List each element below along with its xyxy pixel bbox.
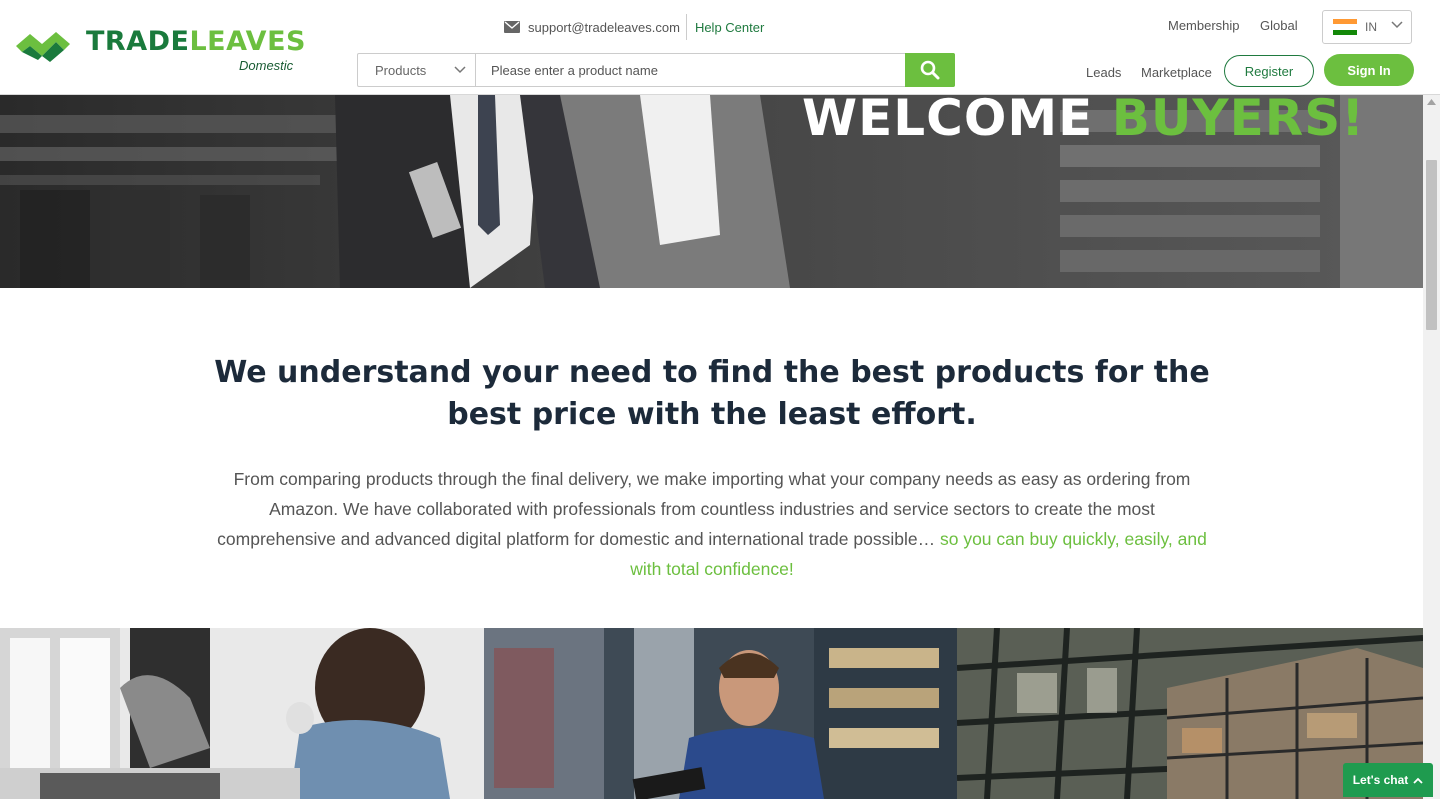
sign-in-button[interactable]: Sign In xyxy=(1324,54,1414,86)
leaf-logo-icon xyxy=(16,32,70,62)
india-flag-icon xyxy=(1333,19,1357,35)
register-button[interactable]: Register xyxy=(1224,55,1314,87)
mail-icon xyxy=(504,21,520,33)
nav-leads[interactable]: Leads xyxy=(1086,65,1121,80)
nav-marketplace[interactable]: Marketplace xyxy=(1141,65,1212,80)
scrollbar-thumb[interactable] xyxy=(1426,160,1437,330)
search-category-label: Products xyxy=(375,62,427,78)
support-email-link[interactable]: support@tradeleaves.com xyxy=(528,20,680,35)
contact-bar: support@tradeleaves.com Help Center xyxy=(504,14,764,40)
site-header: TRADELEAVES Domestic support@tradeleaves… xyxy=(0,0,1440,95)
intro-section: We understand your need to find the best… xyxy=(200,352,1224,584)
nav-global[interactable]: Global xyxy=(1260,18,1298,33)
scroll-up-arrow-icon[interactable] xyxy=(1427,99,1436,105)
brand-name-trade: TRADE xyxy=(86,26,190,57)
chat-label: Let's chat xyxy=(1352,773,1409,787)
search-icon xyxy=(920,60,940,80)
search-button[interactable] xyxy=(905,53,955,87)
chevron-down-icon xyxy=(454,66,466,74)
hero-title-welcome: WELCOME xyxy=(802,95,1094,147)
contact-divider xyxy=(685,14,687,40)
help-center-link[interactable]: Help Center xyxy=(695,20,764,35)
brand-subtitle: Domestic xyxy=(239,58,294,73)
search-bar: Products xyxy=(357,53,955,87)
hero-title: WELCOME BUYERS! xyxy=(802,95,1365,147)
chevron-up-icon xyxy=(1413,777,1423,784)
intro-heading: We understand your need to find the best… xyxy=(214,355,1210,432)
hero-banner: WELCOME BUYERS! xyxy=(0,95,1423,288)
hero-title-buyers: BUYERS! xyxy=(1111,95,1366,147)
photo-warehouse-worker xyxy=(484,628,957,799)
country-code: IN xyxy=(1365,20,1377,34)
intro-paragraph: From comparing products through the fina… xyxy=(217,464,1207,584)
image-strip xyxy=(0,628,1423,799)
brand-name-leaves: LEAVES xyxy=(189,26,306,57)
search-category-select[interactable]: Products xyxy=(358,54,476,86)
page-scrollbar[interactable] xyxy=(1423,95,1440,799)
photo-woman-laptop xyxy=(0,628,484,799)
country-selector[interactable]: IN xyxy=(1322,10,1412,44)
chevron-down-icon xyxy=(1391,21,1403,29)
brand-logo[interactable]: TRADELEAVES Domestic xyxy=(16,24,306,76)
chat-widget-button[interactable]: Let's chat xyxy=(1343,763,1433,797)
brand-name: TRADELEAVES xyxy=(86,26,306,57)
nav-membership[interactable]: Membership xyxy=(1168,18,1240,33)
search-input[interactable] xyxy=(476,54,905,86)
